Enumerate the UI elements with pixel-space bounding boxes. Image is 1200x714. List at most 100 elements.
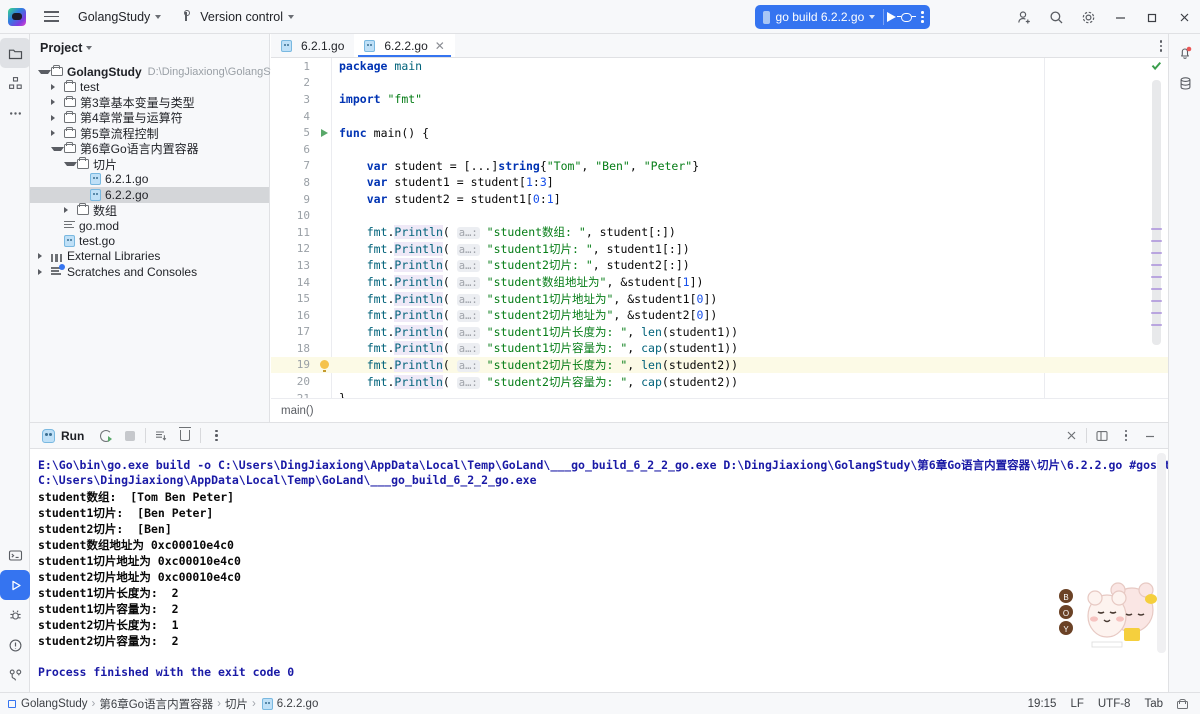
code-line[interactable]: 18 fmt.Println( a…: "student1切片容量为: ", c… [271, 340, 1168, 357]
layout-settings-button[interactable] [1090, 423, 1114, 449]
tree-node[interactable]: 6.2.2.go [30, 187, 269, 203]
run-panel-options-button[interactable] [1114, 423, 1138, 449]
run-gutter-icon[interactable] [317, 128, 331, 137]
debug-button[interactable] [897, 5, 917, 29]
tree-node[interactable]: 6.2.1.go [30, 172, 269, 187]
encoding-indicator[interactable]: UTF-8 [1098, 698, 1131, 710]
code-line[interactable]: 3 import "fmt" [271, 91, 1168, 108]
code-content[interactable]: 1 package main 2 3 import "fmt" 4 5 func main()… [271, 58, 1168, 405]
tree-node[interactable]: External Libraries [30, 249, 269, 264]
debug-tool-icon[interactable] [0, 600, 30, 630]
indent-indicator[interactable]: Tab [1144, 698, 1163, 710]
code-text: fmt.Println( a…: "student2切片长度为: ", len(… [331, 357, 738, 373]
project-tool-icon[interactable] [0, 38, 30, 68]
editor-tab-6-2-1[interactable]: 6.2.1.go [271, 34, 354, 57]
tree-node[interactable]: test [30, 79, 269, 94]
minimize-button[interactable] [1104, 0, 1136, 34]
structure-tool-icon[interactable] [0, 68, 30, 98]
stop-button[interactable] [118, 423, 142, 449]
code-token: ( [442, 308, 457, 323]
console-scrollbar[interactable] [1157, 453, 1166, 653]
code-line[interactable]: 10 [271, 207, 1168, 224]
tree-node[interactable]: 第6章Go语言内置容器 [30, 141, 269, 156]
code-line[interactable]: 15 fmt.Println( a…: "student1切片地址为", &st… [271, 290, 1168, 307]
editor-scrollbar[interactable] [1151, 60, 1162, 396]
tree-node[interactable]: 切片 [30, 156, 269, 172]
intention-bulb-icon[interactable] [317, 360, 331, 372]
editor-breadcrumb[interactable]: main() [271, 398, 1168, 422]
code-line[interactable]: 4 [271, 108, 1168, 125]
chevron-down-icon[interactable] [38, 69, 51, 74]
close-tab-icon[interactable]: ✕ [435, 39, 445, 53]
tree-node[interactable]: Scratches and Consoles [30, 264, 269, 279]
code-line[interactable]: 2 [271, 75, 1168, 92]
terminal-tool-icon[interactable] [0, 540, 30, 570]
editor-tab-6-2-2[interactable]: 6.2.2.go ✕ [354, 34, 455, 57]
tree-node[interactable]: test.go [30, 233, 269, 248]
version-control-menu[interactable]: Version control [175, 5, 302, 29]
hamburger-menu-icon[interactable] [38, 11, 64, 22]
tree-node[interactable]: GolangStudy D:\DingJiaxiong\GolangStudy [30, 64, 291, 79]
chevron-down-icon[interactable] [51, 146, 64, 151]
run-panel-more-button[interactable] [204, 423, 228, 449]
run-tool-icon[interactable] [0, 570, 30, 600]
code-line[interactable]: 7 var student = [...]string{"Tom", "Ben"… [271, 158, 1168, 175]
chevron-down-icon[interactable] [64, 162, 77, 167]
editor-tabs-more-button[interactable] [1159, 34, 1162, 58]
code-line[interactable]: 8 var student1 = student[1:3] [271, 174, 1168, 191]
console-output[interactable]: E:\Go\bin\go.exe build -o C:\Users\DingJ… [30, 449, 1168, 693]
code-line[interactable]: 16 fmt.Println( a…: "student2切片地址为", &st… [271, 307, 1168, 324]
code-line[interactable]: 6 [271, 141, 1168, 158]
tree-node-label: 切片 [93, 157, 118, 172]
add-user-button[interactable] [1008, 0, 1040, 34]
status-breadcrumb-chapter[interactable]: 第6章Go语言内置容器 [99, 696, 213, 712]
clear-output-button[interactable] [173, 423, 197, 449]
code-line[interactable]: 19 fmt.Println( a…: "student2切片长度为: ", l… [271, 356, 1168, 374]
code-line[interactable]: 5 func main() { [271, 124, 1168, 141]
code-line[interactable]: 11 fmt.Println( a…: "student数组: ", stude… [271, 224, 1168, 241]
tree-node[interactable]: go.mod [30, 218, 269, 233]
project-panel-header[interactable]: Project [30, 34, 269, 62]
tree-node[interactable]: 数组 [30, 203, 269, 218]
tree-node[interactable]: 第3章基本变量与类型 [30, 95, 269, 110]
settings-button[interactable] [1072, 0, 1104, 34]
rerun-button[interactable] [94, 423, 118, 449]
tree-node[interactable]: 第5章流程控制 [30, 126, 269, 141]
status-breadcrumb-folder[interactable]: 切片 [225, 696, 248, 712]
scroll-to-end-button[interactable] [149, 423, 173, 449]
project-name-menu[interactable]: GolangStudy [70, 5, 169, 29]
chevron-right-icon[interactable] [51, 114, 64, 121]
run-configuration-widget[interactable]: go build 6.2.2.go [755, 5, 930, 29]
scrollbar-thumb[interactable] [1152, 80, 1161, 345]
code-line[interactable]: 9 var student2 = student1[0:1] [271, 191, 1168, 208]
chevron-right-icon[interactable] [51, 84, 64, 91]
code-line[interactable]: 20 fmt.Println( a…: "student2切片容量为: ", c… [271, 373, 1168, 390]
status-breadcrumb-project[interactable]: GolangStudy [8, 698, 88, 710]
more-tool-windows-icon[interactable] [0, 98, 30, 128]
status-breadcrumb-file[interactable]: 6.2.2.go [277, 698, 319, 710]
search-button[interactable] [1040, 0, 1072, 34]
chevron-right-icon[interactable] [51, 99, 64, 106]
run-more-button[interactable] [915, 5, 930, 29]
code-line[interactable]: 12 fmt.Println( a…: "student1切片: ", stud… [271, 241, 1168, 258]
maximize-button[interactable] [1136, 0, 1168, 34]
hide-run-panel-button[interactable] [1138, 423, 1162, 449]
close-button[interactable] [1168, 0, 1200, 34]
version-control-tool-icon[interactable] [0, 660, 30, 690]
code-line[interactable]: 17 fmt.Println( a…: "student1切片长度为: ", l… [271, 324, 1168, 341]
chevron-right-icon[interactable] [38, 268, 51, 275]
notifications-bell-icon[interactable] [1169, 38, 1200, 68]
tree-node[interactable]: 第4章常量与运算符 [30, 110, 269, 125]
chevron-right-icon[interactable] [38, 253, 51, 260]
code-line[interactable]: 1 package main [271, 58, 1168, 75]
line-separator-indicator[interactable]: LF [1070, 698, 1083, 710]
code-line[interactable]: 13 fmt.Println( a…: "student2切片: ", stud… [271, 257, 1168, 274]
problems-tool-icon[interactable] [0, 630, 30, 660]
chevron-right-icon[interactable] [64, 207, 77, 214]
database-tool-icon[interactable] [1169, 68, 1200, 98]
close-run-panel-button[interactable] [1059, 423, 1083, 449]
read-only-lock-icon[interactable] [1177, 698, 1188, 709]
folder-icon [64, 141, 76, 154]
code-line[interactable]: 14 fmt.Println( a…: "student数组地址为", &stu… [271, 274, 1168, 291]
chevron-right-icon[interactable] [51, 130, 64, 137]
